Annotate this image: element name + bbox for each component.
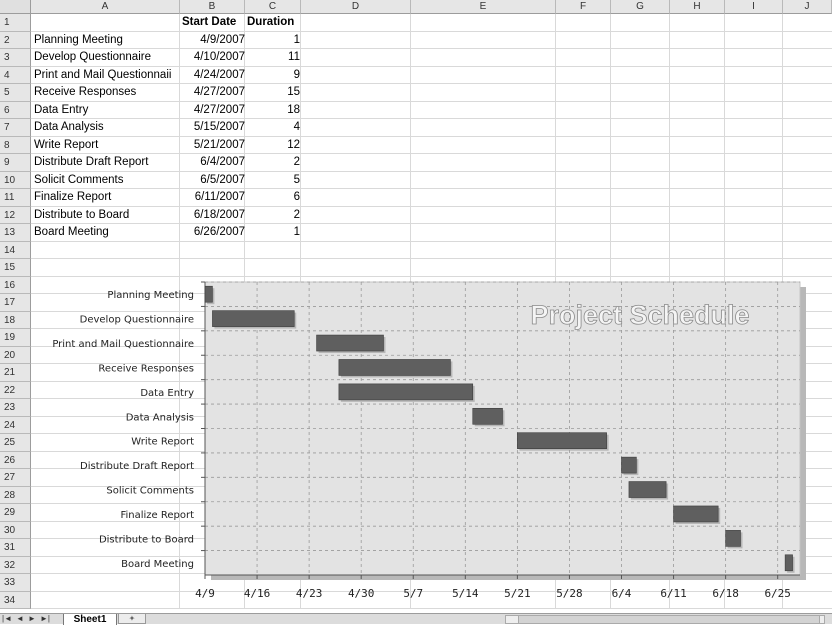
x-tick-label: 5/7 bbox=[403, 587, 423, 600]
insert-sheet-icon[interactable]: ✦ bbox=[118, 614, 146, 624]
gantt-bar bbox=[673, 505, 719, 523]
gantt-bar bbox=[338, 359, 451, 376]
scrollbar-thumb[interactable] bbox=[518, 616, 820, 623]
last-sheet-icon[interactable]: ►| bbox=[40, 614, 50, 624]
y-tick-label: Print and Mail Questionnaire bbox=[52, 339, 194, 350]
gantt-bar bbox=[472, 407, 503, 425]
y-tick-label: Planning Meeting bbox=[107, 290, 194, 301]
gantt-bar bbox=[338, 383, 474, 401]
gantt-bar bbox=[212, 310, 295, 327]
gantt-chart[interactable]: 4/9 4/16 4/23 4/30 5/7 5/14 5/21 5/28 6/4 6/11 6/1… bbox=[0, 0, 832, 610]
y-tick-label: Develop Questionnaire bbox=[80, 315, 194, 326]
y-tick-label: Finalize Report bbox=[120, 510, 194, 521]
sheet-tab-bar: |◄ ◄ ► ►| Sheet1 ✦ bbox=[0, 613, 832, 625]
x-tick-label: 6/18 bbox=[712, 587, 739, 600]
gantt-bar bbox=[628, 481, 667, 498]
y-tick-label: Data Entry bbox=[140, 388, 194, 399]
y-tick-label: Distribute to Board bbox=[99, 534, 194, 545]
chart-title: Project Schedule bbox=[530, 300, 749, 330]
sheet-tab-sheet1[interactable]: Sheet1 bbox=[63, 614, 117, 625]
gantt-bar bbox=[204, 285, 213, 303]
x-tick-label: 6/11 bbox=[660, 587, 687, 600]
y-tick-label: Write Report bbox=[131, 437, 194, 448]
x-tick-label: 5/14 bbox=[452, 587, 479, 600]
gantt-bar bbox=[784, 554, 793, 572]
next-sheet-icon[interactable]: ► bbox=[28, 614, 36, 624]
gantt-bar bbox=[517, 432, 607, 450]
x-tick-label: 4/9 bbox=[195, 587, 215, 600]
x-tick-label: 4/23 bbox=[296, 587, 323, 600]
x-tick-label: 6/4 bbox=[612, 587, 632, 600]
y-tick-label: Receive Responses bbox=[98, 363, 194, 374]
gantt-bar bbox=[621, 456, 637, 474]
y-tick-label: Data Analysis bbox=[126, 412, 194, 423]
x-tick-label: 5/21 bbox=[504, 587, 531, 600]
horizontal-scrollbar[interactable] bbox=[505, 615, 825, 624]
y-tick-label: Solicit Comments bbox=[106, 486, 194, 497]
y-tick-label: Board Meeting bbox=[121, 559, 194, 570]
x-tick-label: 4/30 bbox=[348, 587, 375, 600]
x-tick-label: 6/25 bbox=[764, 587, 791, 600]
first-sheet-icon[interactable]: |◄ bbox=[2, 614, 12, 624]
gantt-bar bbox=[725, 530, 741, 547]
gantt-bar bbox=[316, 334, 384, 352]
x-tick-label: 5/28 bbox=[556, 587, 583, 600]
y-tick-label: Distribute Draft Report bbox=[80, 461, 194, 472]
prev-sheet-icon[interactable]: ◄ bbox=[16, 614, 24, 624]
x-tick-label: 4/16 bbox=[244, 587, 271, 600]
